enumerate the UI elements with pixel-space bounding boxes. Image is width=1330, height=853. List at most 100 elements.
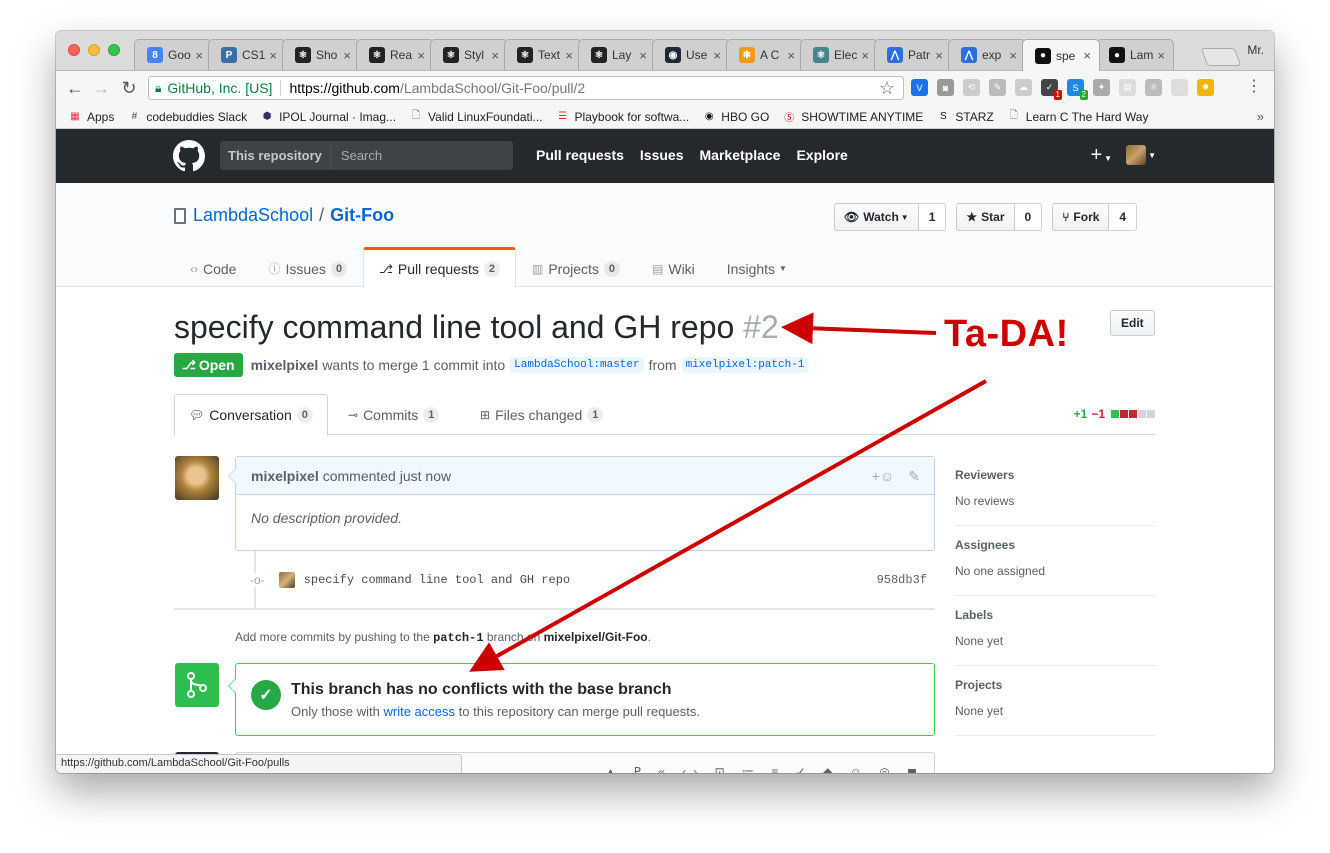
extension-sun-icon[interactable]: ✹ bbox=[1197, 79, 1214, 96]
add-reaction-icon[interactable]: +☺ bbox=[872, 468, 894, 485]
minimize-window-button[interactable] bbox=[88, 44, 100, 56]
markdown-toolbar-icons[interactable]: ▲ ꓑ « ‹› ⊡ ≔ ≡ ✓ ◆ ☺ ◎ ◼ bbox=[605, 765, 924, 773]
close-icon[interactable]: × bbox=[639, 48, 647, 63]
bookmark-item[interactable]: ⬢ IPOL Journal · Imag... bbox=[260, 110, 396, 124]
close-icon[interactable]: × bbox=[269, 48, 277, 63]
sidebar-heading[interactable]: Projects bbox=[955, 678, 1155, 692]
tab-issues[interactable]: ⓘ Issues 0 bbox=[252, 247, 363, 287]
nav-pull-requests[interactable]: Pull requests bbox=[536, 147, 624, 163]
head-branch[interactable]: mixelpixel:patch-1 bbox=[681, 357, 809, 373]
extension-tool-icon[interactable]: ✎ bbox=[989, 79, 1006, 96]
fork-button[interactable]: ⑂ Fork bbox=[1052, 203, 1110, 231]
extension-page-icon[interactable]: ▤ bbox=[1119, 79, 1136, 96]
avatar[interactable] bbox=[278, 572, 295, 588]
tab-insights[interactable]: Insights ▼ bbox=[711, 247, 803, 287]
base-branch[interactable]: LambdaSchool:master bbox=[510, 357, 644, 373]
cloud-extension-icon[interactable]: ☁ bbox=[1015, 79, 1032, 96]
browser-tab[interactable]: ⚛ Styl × bbox=[430, 39, 508, 70]
reload-icon[interactable]: ↻ bbox=[118, 77, 140, 99]
browser-tab[interactable]: ⚛ Lay × bbox=[578, 39, 656, 70]
edit-pencil-icon[interactable]: ✎ bbox=[908, 468, 920, 485]
sidebar-heading[interactable]: Reviewers bbox=[955, 468, 1155, 482]
fork-count[interactable]: 4 bbox=[1109, 203, 1138, 231]
close-icon[interactable]: × bbox=[787, 48, 795, 63]
tab-pull-requests[interactable]: ⎇ Pull requests 2 bbox=[363, 247, 516, 288]
tab-commits[interactable]: ⊸ Commits 1 bbox=[334, 394, 453, 435]
browser-tab[interactable]: ⚛ Rea × bbox=[356, 39, 434, 70]
commit-message-link[interactable]: specify command line tool and GH repo bbox=[304, 573, 570, 587]
browser-tab[interactable]: ⋀ Patr × bbox=[874, 39, 952, 70]
browser-tab[interactable]: ⚛ Elec × bbox=[800, 39, 878, 70]
nav-explore[interactable]: Explore bbox=[796, 147, 847, 163]
extension-badge-red-icon[interactable]: ✓ 1 bbox=[1041, 79, 1062, 100]
tab-conversation[interactable]: 💬︎ Conversation 0 bbox=[174, 394, 328, 436]
bookmark-item[interactable]: Ⓢ SHOWTIME ANYTIME bbox=[782, 110, 923, 125]
zoom-window-button[interactable] bbox=[108, 44, 120, 56]
close-icon[interactable]: × bbox=[713, 48, 721, 63]
pr-author-link[interactable]: mixelpixel bbox=[251, 357, 319, 373]
bookmark-item[interactable]: # codebuddies Slack bbox=[127, 110, 248, 124]
star-button[interactable]: ★ Star bbox=[956, 203, 1015, 231]
address-bar[interactable]: 🔒︎ GitHub, Inc. [US] https://github.com /… bbox=[148, 76, 904, 100]
write-access-link[interactable]: write access bbox=[384, 704, 456, 719]
close-icon[interactable]: × bbox=[1009, 48, 1017, 63]
extension-circle-icon[interactable]: ◌ bbox=[1171, 79, 1188, 96]
browser-tab[interactable]: ◉ Use × bbox=[652, 39, 730, 70]
close-icon[interactable]: × bbox=[935, 48, 943, 63]
back-arrow-icon[interactable]: ← bbox=[64, 77, 86, 99]
bookmark-star-icon[interactable]: ☆ bbox=[879, 78, 895, 99]
browser-tab[interactable]: ⋀ exp × bbox=[948, 39, 1026, 70]
close-icon[interactable]: × bbox=[1083, 48, 1091, 63]
browser-tab[interactable]: ✱ A C × bbox=[726, 39, 804, 70]
close-icon[interactable]: × bbox=[565, 48, 573, 63]
comment-time[interactable]: commented just now bbox=[323, 468, 451, 484]
repo-name-link[interactable]: Git-Foo bbox=[330, 205, 394, 226]
browser-tab[interactable]: ● spe × bbox=[1022, 39, 1100, 71]
close-window-button[interactable] bbox=[68, 44, 80, 56]
tab-wiki[interactable]: ▤ Wiki bbox=[636, 247, 711, 287]
watch-button[interactable]: 👁︎ Watch ▼ bbox=[834, 203, 919, 231]
bookmark-item[interactable]: 🗋 Learn C The Hard Way bbox=[1007, 110, 1149, 124]
camera-extension-icon[interactable]: ◙ bbox=[937, 79, 954, 96]
close-icon[interactable]: × bbox=[491, 48, 499, 63]
tab-projects[interactable]: ▥ Projects 0 bbox=[516, 247, 636, 287]
bookmark-item[interactable]: 🗋 Valid LinuxFoundati... bbox=[409, 110, 543, 124]
profile-name[interactable]: Mr. bbox=[1247, 43, 1264, 57]
comment-author-link[interactable]: mixelpixel bbox=[251, 468, 319, 484]
create-new-menu[interactable]: + ▼ bbox=[1090, 145, 1112, 165]
bookmark-item[interactable]: ▦ Apps bbox=[68, 110, 114, 124]
user-menu[interactable]: ▼ bbox=[1126, 145, 1156, 165]
star-count[interactable]: 0 bbox=[1014, 203, 1043, 231]
close-icon[interactable]: × bbox=[343, 48, 351, 63]
avatar[interactable] bbox=[175, 456, 219, 500]
repo-owner-link[interactable]: LambdaSchool bbox=[193, 205, 313, 226]
watch-count[interactable]: 1 bbox=[918, 203, 947, 231]
nav-issues[interactable]: Issues bbox=[640, 147, 684, 163]
close-icon[interactable]: × bbox=[417, 48, 425, 63]
tab-files-changed[interactable]: ⊞ Files changed 1 bbox=[466, 394, 617, 435]
search-input[interactable] bbox=[330, 141, 513, 170]
close-icon[interactable]: × bbox=[195, 48, 203, 63]
forward-arrow-icon[interactable]: → bbox=[90, 77, 112, 99]
sidebar-heading[interactable]: Assignees bbox=[955, 538, 1155, 552]
extension-puzzle-icon[interactable]: ✦ bbox=[1093, 79, 1110, 96]
extension-gray-icon[interactable]: ⟲ bbox=[963, 79, 980, 96]
browser-tab[interactable]: 8 Goo × bbox=[134, 39, 212, 70]
bookmark-item[interactable]: S STARZ bbox=[936, 110, 994, 124]
tab-code[interactable]: ‹› Code bbox=[174, 247, 252, 287]
new-tab-button[interactable] bbox=[1200, 48, 1242, 66]
react-devtools-icon[interactable]: ⚛ bbox=[1145, 79, 1162, 96]
github-logo-icon[interactable] bbox=[173, 140, 205, 172]
close-icon[interactable]: × bbox=[1157, 48, 1165, 63]
bookmark-item[interactable]: ◉ HBO GO bbox=[702, 110, 769, 124]
extension-badge-green-icon[interactable]: S2 bbox=[1067, 79, 1088, 100]
sidebar-heading[interactable]: Labels bbox=[955, 608, 1155, 622]
browser-tab[interactable]: P CS1 × bbox=[208, 39, 286, 70]
browser-tab[interactable]: ⚛ Sho × bbox=[282, 39, 360, 70]
browser-tab[interactable]: ● Lam × bbox=[1096, 39, 1174, 70]
commit-sha-link[interactable]: 958db3f bbox=[877, 573, 927, 587]
extension-v-icon[interactable]: V bbox=[911, 79, 928, 96]
browser-menu-icon[interactable]: ⋮ bbox=[1246, 78, 1262, 96]
edit-title-button[interactable]: Edit bbox=[1110, 310, 1155, 336]
nav-marketplace[interactable]: Marketplace bbox=[700, 147, 781, 163]
